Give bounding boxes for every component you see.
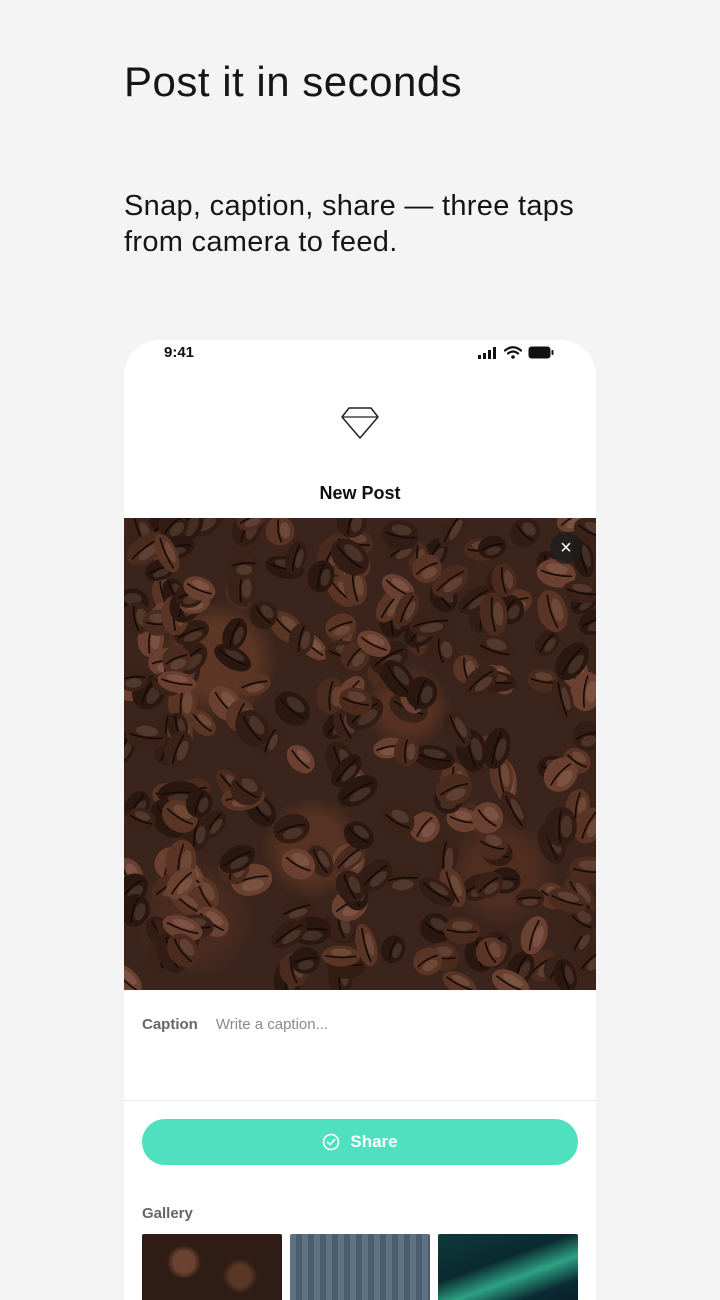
caption-input[interactable] (215, 1016, 476, 1033)
share-button[interactable]: Share (142, 1119, 578, 1165)
caption-label: Caption (142, 1016, 198, 1033)
status-icons (478, 346, 554, 359)
share-label: Share (350, 1132, 398, 1151)
divider (124, 1100, 596, 1101)
status-bar: 9:41 (124, 340, 596, 370)
diamond-icon (341, 407, 379, 439)
selected-photo: × (124, 518, 596, 990)
wifi-icon (504, 346, 522, 359)
gallery-thumb[interactable] (438, 1234, 578, 1300)
promo-headline: Post it in seconds (124, 58, 463, 105)
status-time: 9:41 (164, 344, 195, 361)
gallery-thumb[interactable] (142, 1234, 282, 1300)
battery-icon (528, 346, 554, 359)
signal-icon (478, 346, 496, 359)
gallery-thumb[interactable] (290, 1234, 430, 1300)
gallery-label: Gallery (142, 1205, 193, 1222)
screen-title: New Post (319, 483, 401, 503)
gallery-strip (142, 1234, 578, 1300)
check-circle-icon (323, 1133, 340, 1151)
promo-subhead: Snap, caption, share — three taps from c… (124, 190, 574, 258)
close-icon[interactable]: × (550, 532, 582, 564)
phone-frame: 9:41 New Post × Caption Write a caption.… (124, 340, 596, 1300)
caption-row: Caption (142, 1016, 476, 1033)
